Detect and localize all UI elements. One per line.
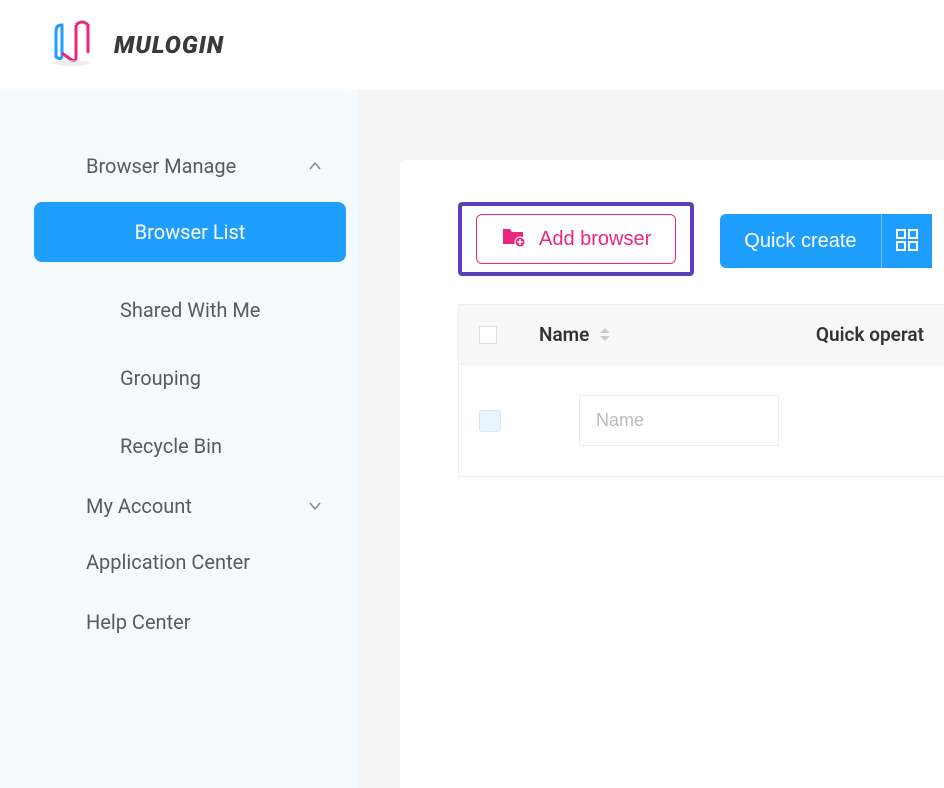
name-filter-input[interactable] xyxy=(579,395,779,446)
add-browser-highlight: Add browser xyxy=(458,202,694,276)
nav-section-label: My Account xyxy=(86,494,192,518)
grid-icon xyxy=(896,229,918,254)
column-header-quick-operation: Quick operat xyxy=(816,323,924,346)
sidebar-item-grouping[interactable]: Grouping xyxy=(34,344,346,412)
select-all-checkbox[interactable] xyxy=(479,326,497,344)
header-checkbox-cell xyxy=(479,326,539,344)
sidebar-item-label: Shared With Me xyxy=(120,298,260,322)
sidebar-item-label: Grouping xyxy=(120,366,201,390)
quick-create-button[interactable]: Quick create xyxy=(720,214,880,268)
add-browser-button[interactable]: Add browser xyxy=(476,214,676,264)
sidebar-item-label: Recycle Bin xyxy=(120,434,222,458)
logo-text: MULOGIN xyxy=(114,31,224,59)
sidebar-item-help-center[interactable]: Help Center xyxy=(34,592,352,652)
sidebar-item-browser-list[interactable]: Browser List xyxy=(34,202,346,262)
sidebar-item-application-center[interactable]: Application Center xyxy=(34,532,352,592)
sidebar: Browser Manage Browser List Shared With … xyxy=(0,90,358,788)
nav-section-label: Browser Manage xyxy=(86,154,236,178)
browser-table: Name Quick operat xyxy=(458,304,944,477)
sidebar-item-label: Help Center xyxy=(86,610,191,634)
row-checkbox[interactable] xyxy=(479,410,501,432)
sidebar-item-label: Browser List xyxy=(135,220,246,244)
content-area: Add browser Quick create xyxy=(358,90,944,788)
add-browser-label: Add browser xyxy=(539,228,651,251)
chevron-up-icon xyxy=(308,154,322,178)
logo-icon xyxy=(48,15,104,75)
sidebar-item-shared-with-me[interactable]: Shared With Me xyxy=(34,276,346,344)
app-header: MULOGIN xyxy=(0,0,944,90)
folder-add-icon xyxy=(501,225,525,253)
nav-section-browser-manage[interactable]: Browser Manage xyxy=(34,140,352,192)
sidebar-item-label: Application Center xyxy=(86,550,250,574)
nav-section-my-account[interactable]: My Account xyxy=(34,480,352,532)
quick-create-label: Quick create xyxy=(744,230,856,252)
toolbar: Add browser Quick create xyxy=(400,202,944,276)
content-panel: Add browser Quick create xyxy=(400,160,944,788)
app-logo: MULOGIN xyxy=(48,15,224,75)
main-container: Browser Manage Browser List Shared With … xyxy=(0,90,944,788)
row-checkbox-cell xyxy=(479,410,539,432)
table-row xyxy=(458,365,944,477)
table-header: Name Quick operat xyxy=(458,304,944,365)
quick-create-group: Quick create xyxy=(720,214,931,268)
chevron-down-icon xyxy=(308,494,322,518)
sort-icon xyxy=(599,327,611,342)
sidebar-item-recycle-bin[interactable]: Recycle Bin xyxy=(34,412,346,480)
column-header-label: Quick operat xyxy=(816,323,924,346)
column-header-name[interactable]: Name xyxy=(539,323,739,346)
grid-view-button[interactable] xyxy=(881,214,932,268)
column-header-label: Name xyxy=(539,323,589,346)
